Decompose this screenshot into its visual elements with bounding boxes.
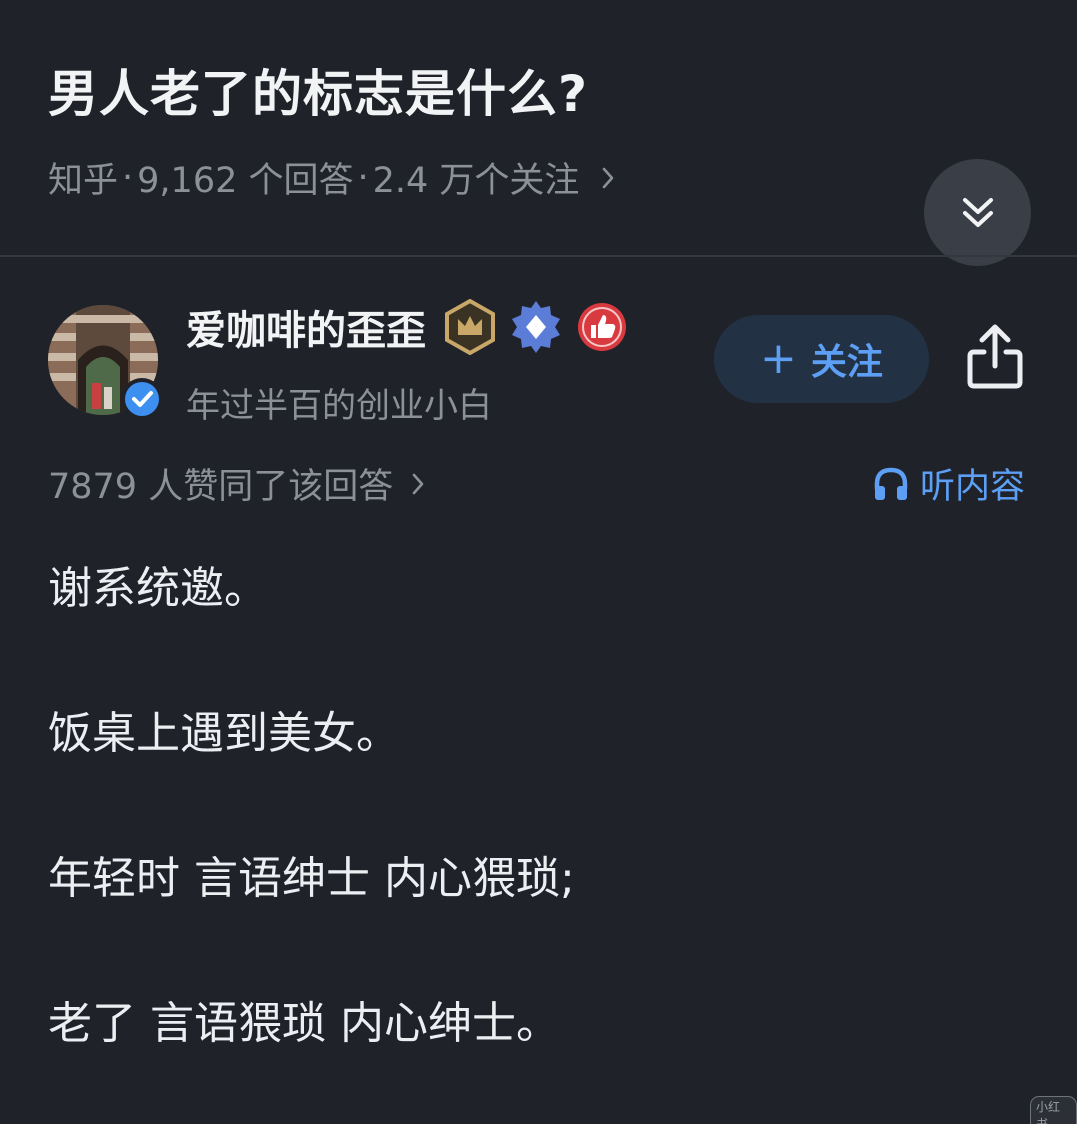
verified-badge-icon <box>120 377 164 421</box>
answer-paragraph: 年轻时 言语绅士 内心猥琐; <box>48 853 575 904</box>
source-label: 知乎 <box>48 161 119 201</box>
headphones-icon <box>874 467 908 500</box>
answers-count: 9,162 个回答 <box>137 161 354 201</box>
share-icon <box>967 324 1023 389</box>
collapse-button[interactable] <box>924 159 1031 266</box>
listen-label: 听内容 <box>920 467 1026 507</box>
author-row: 爱咖啡的歪歪 <box>186 298 642 356</box>
meta-separator: · <box>122 157 134 198</box>
approve-text: 7879 人赞同了该回答 <box>48 467 394 507</box>
thumbs-up-badge-icon[interactable] <box>576 301 628 353</box>
chevron-right-icon <box>411 472 425 496</box>
meta-separator: · <box>357 157 369 198</box>
followers-count: 2.4 万个关注 <box>372 161 580 201</box>
follow-button[interactable]: + 关注 <box>714 315 929 403</box>
watermark-logo: 小红书 <box>1030 1096 1077 1124</box>
answer-paragraph: 老了 言语猥琐 内心绅士。 <box>48 998 560 1049</box>
listen-button[interactable]: 听内容 <box>872 458 1025 509</box>
double-chevron-down-icon <box>962 197 993 227</box>
plus-icon: + <box>760 333 797 384</box>
question-meta[interactable]: 知乎 · 9,162 个回答 · 2.4 万个关注 <box>48 152 615 203</box>
answer-paragraph: 饭桌上遇到美女。 <box>48 708 400 759</box>
follow-label: 关注 <box>810 342 883 383</box>
header-divider <box>0 255 1077 257</box>
question-title[interactable]: 男人老了的标志是什么? <box>48 54 588 126</box>
zhihu-answer-page: 男人老了的标志是什么? 知乎 · 9,162 个回答 · 2.4 万个关注 爱咖… <box>0 0 1077 1124</box>
approve-count[interactable]: 7879 人赞同了该回答 <box>48 458 425 509</box>
chevron-right-icon <box>601 166 615 190</box>
diamond-badge-icon[interactable] <box>510 299 562 355</box>
crown-badge-icon[interactable] <box>444 299 496 355</box>
share-button[interactable] <box>962 322 1028 392</box>
author-bio: 年过半百的创业小白 <box>186 386 492 426</box>
author-badges <box>444 299 642 355</box>
answer-paragraph: 谢系统邀。 <box>48 563 268 614</box>
author-name[interactable]: 爱咖啡的歪歪 <box>186 298 426 356</box>
